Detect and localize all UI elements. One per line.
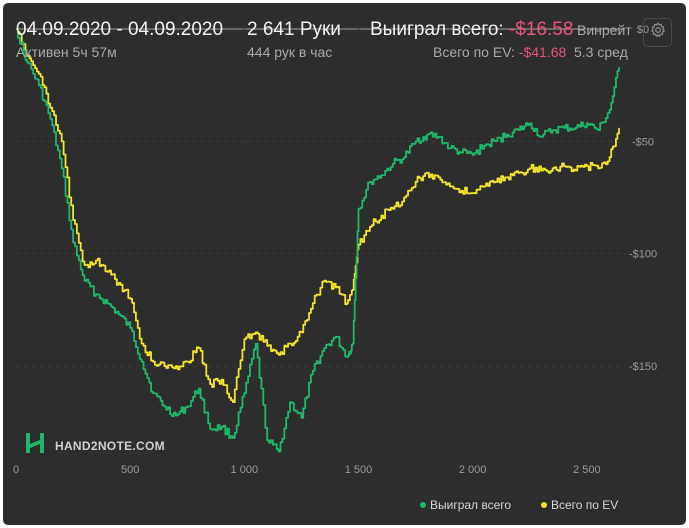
x-tick-label: 1 500 bbox=[345, 464, 373, 476]
hands-count: 2 641 Руки bbox=[247, 19, 341, 40]
winrate-value: 5.3 сред bbox=[574, 44, 628, 60]
ev-line bbox=[16, 28, 620, 403]
hand2note-logo-icon bbox=[25, 432, 49, 459]
x-tick-label: 0 bbox=[13, 464, 19, 476]
x-axis-ticks: 0 500 1 000 1 500 2 000 2 500 bbox=[13, 464, 601, 476]
legend-won-marker bbox=[420, 502, 426, 508]
settings-button[interactable] bbox=[643, 18, 672, 47]
legend-ev-marker bbox=[541, 502, 547, 508]
winrate-label: Винрейт bbox=[577, 22, 632, 38]
won-total: Выиграл всего: -$16.58 bbox=[370, 19, 573, 41]
brand-logo: HAND2NOTE.COM bbox=[25, 432, 165, 459]
legend-ev-label: Всего по EV bbox=[551, 498, 618, 512]
ev-total: Всего по EV: -$41.68 bbox=[433, 44, 566, 60]
won-total-value: -$16.58 bbox=[508, 19, 574, 40]
y-tick-label: -$150 bbox=[629, 361, 657, 373]
x-tick-label: 2 000 bbox=[459, 464, 487, 476]
y-tick-label: -$50 bbox=[632, 136, 654, 148]
active-time: Активен 5ч 57м bbox=[16, 44, 117, 60]
chart-grid bbox=[15, 11, 625, 456]
stats-panel: $0 -$50 -$100 -$150 0 500 1 000 1 500 2 000 2 50… bbox=[3, 3, 686, 525]
legend-won-label: Выиграл всего bbox=[430, 498, 511, 512]
won-total-label: Выиграл всего: bbox=[370, 19, 504, 40]
ev-total-label: Всего по EV: bbox=[433, 44, 515, 60]
x-tick-label: 1 000 bbox=[231, 464, 259, 476]
chart-legend: Выиграл всего Всего по EV bbox=[420, 498, 618, 512]
date-range: 04.09.2020 - 04.09.2020 bbox=[16, 19, 224, 40]
y-tick-label: -$100 bbox=[629, 249, 657, 261]
hands-per-hour: 444 рук в час bbox=[247, 44, 333, 60]
gear-icon bbox=[650, 22, 666, 43]
brand-text: HAND2NOTE.COM bbox=[55, 438, 165, 453]
won-line bbox=[16, 28, 620, 453]
x-tick-label: 2 500 bbox=[573, 464, 601, 476]
series-lines bbox=[16, 28, 620, 453]
y-axis-ticks: $0-$50-$100-$150 bbox=[629, 24, 657, 373]
x-tick-label: 500 bbox=[121, 464, 139, 476]
ev-total-value: -$41.68 bbox=[518, 44, 567, 60]
